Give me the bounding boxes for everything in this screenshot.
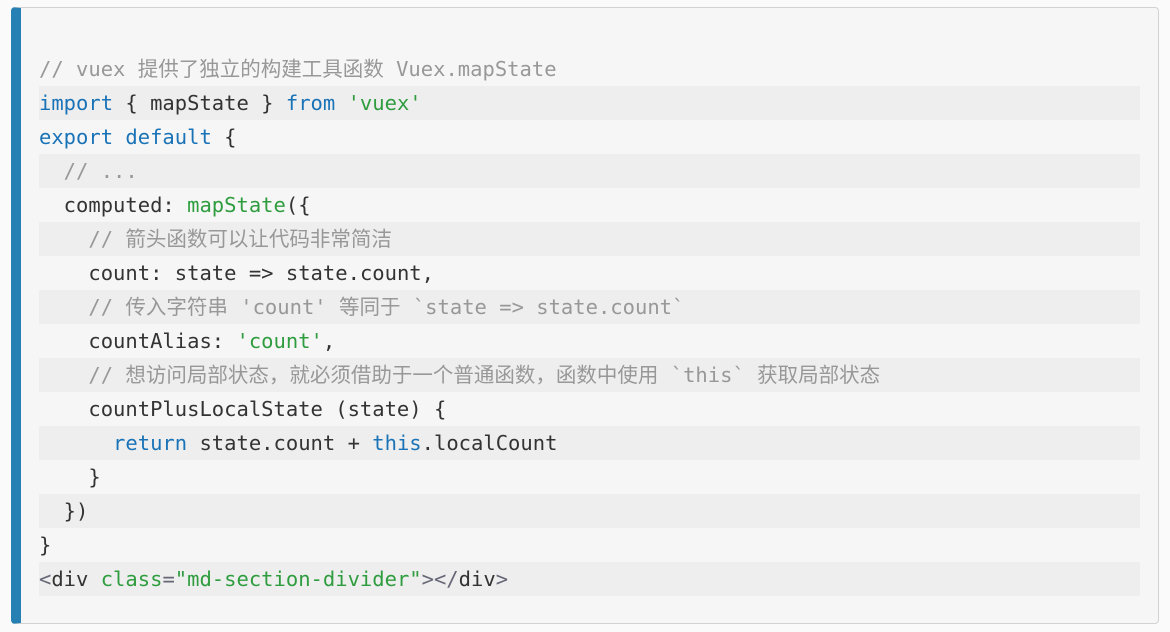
code-line: // 箭头函数可以让代码非常简洁 (39, 222, 1140, 256)
code-line: <div class="md-section-divider"></div> (39, 562, 1140, 596)
code-block: // vuex 提供了独立的构建工具函数 Vuex.mapStateimport… (11, 7, 1159, 624)
code-content: // vuex 提供了独立的构建工具函数 Vuex.mapStateimport… (21, 8, 1158, 604)
code-line: }) (39, 494, 1140, 528)
code-line: // 想访问局部状态，就必须借助于一个普通函数，函数中使用 `this` 获取局… (39, 358, 1140, 392)
code-line: // vuex 提供了独立的构建工具函数 Vuex.mapState (39, 52, 1140, 86)
code-line: countPlusLocalState (state) { (39, 392, 1140, 426)
code-line: } (39, 528, 1140, 562)
code-line: import { mapState } from 'vuex' (39, 86, 1140, 120)
code-line: count: state => state.count, (39, 256, 1140, 290)
code-line: export default { (39, 120, 1140, 154)
code-line: return state.count + this.localCount (39, 426, 1140, 460)
code-line: countAlias: 'count', (39, 324, 1140, 358)
code-line: } (39, 460, 1140, 494)
code-line: // 传入字符串 'count' 等同于 `state => state.cou… (39, 290, 1140, 324)
code-line: computed: mapState({ (39, 188, 1140, 222)
code-line: // ... (39, 154, 1140, 188)
